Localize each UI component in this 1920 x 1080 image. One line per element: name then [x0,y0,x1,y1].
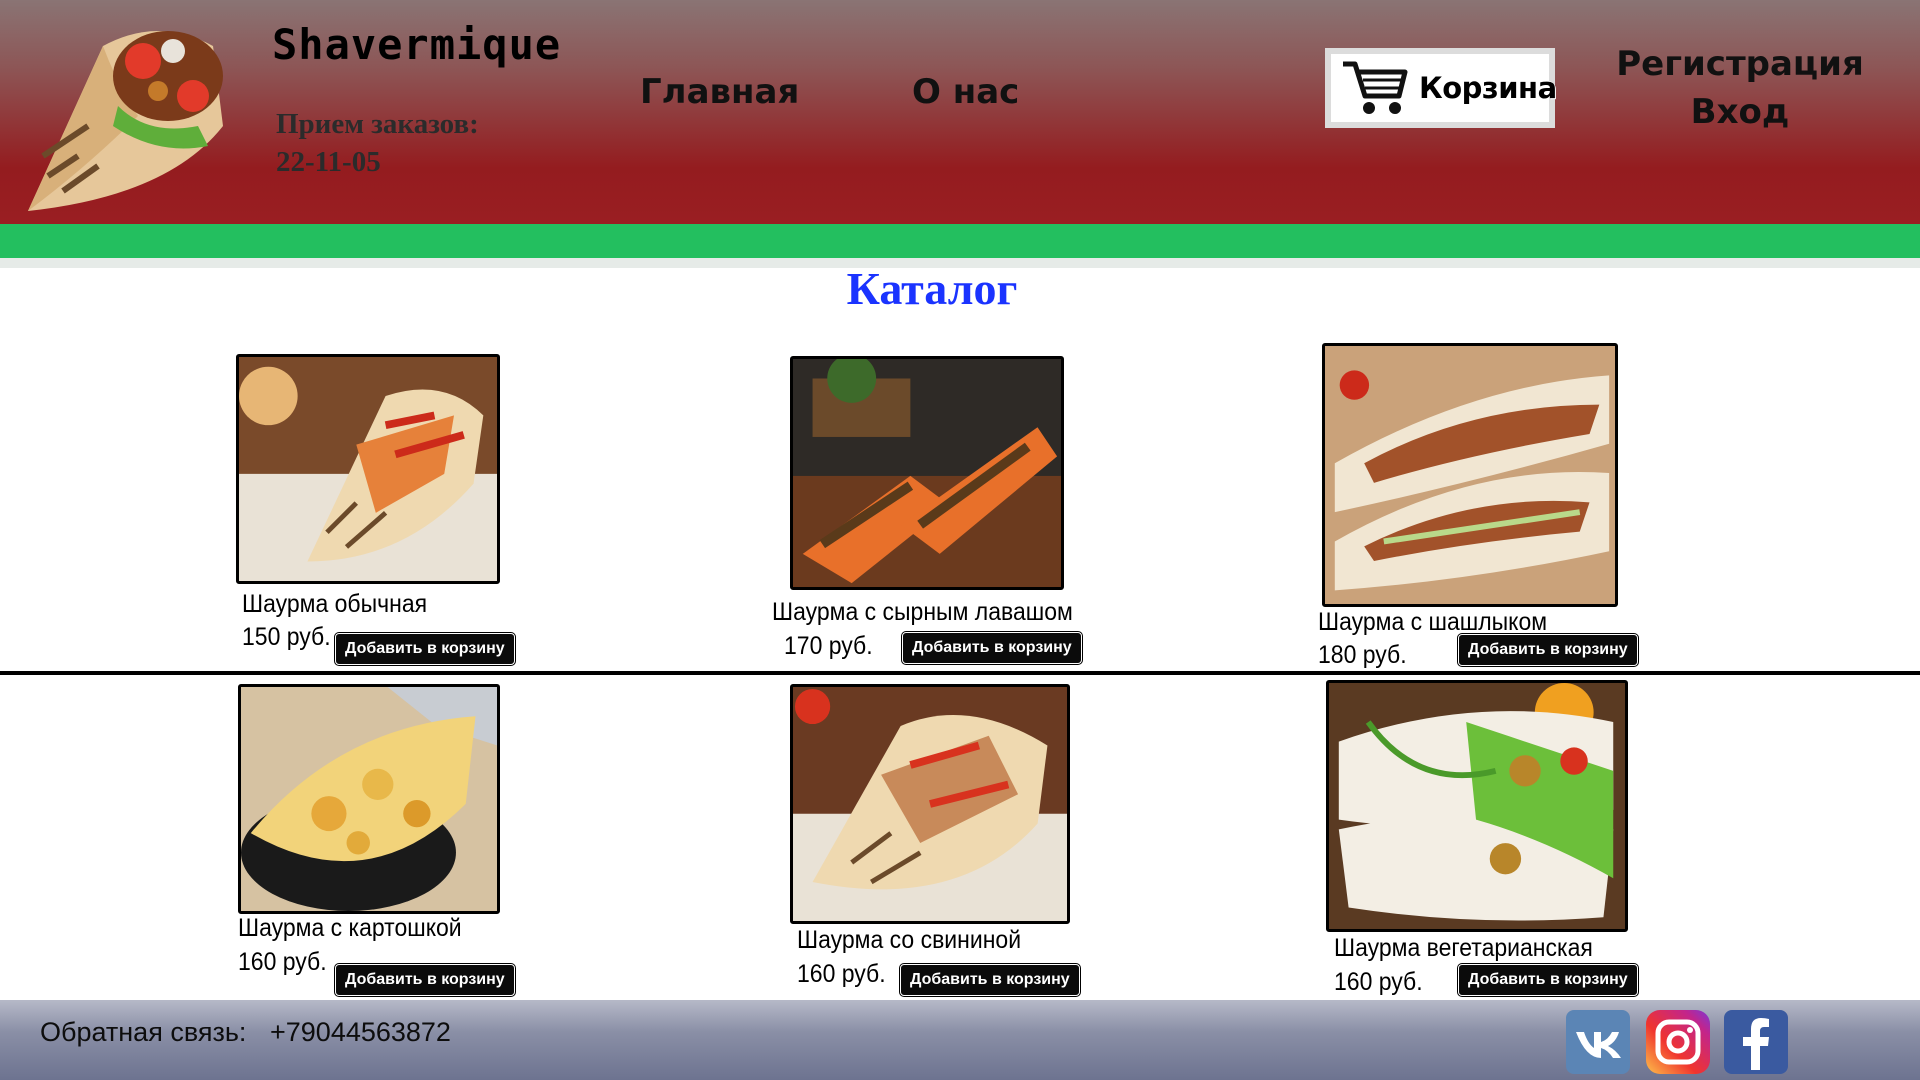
product-image[interactable] [790,684,1070,924]
login-link[interactable]: Вход [1600,88,1880,136]
add-to-cart-button[interactable]: Добавить в корзину [335,633,515,665]
logo-shawarma-image[interactable] [8,6,248,226]
row-divider [0,671,1920,675]
vk-icon[interactable] [1566,1010,1630,1074]
instagram-icon[interactable] [1646,1010,1710,1074]
facebook-icon[interactable] [1724,1010,1788,1074]
nav-link-home[interactable]: Главная [640,72,799,112]
hours-value: 22-11-05 [276,146,381,178]
add-to-cart-button[interactable]: Добавить в корзину [900,964,1080,996]
product-price: 150 руб. [242,623,331,651]
order-hours: Прием заказов: 22-11-05 [276,105,479,181]
cart-label: Корзина [1419,71,1557,105]
feedback-label: Обратная связь: [40,1017,247,1047]
add-to-cart-button[interactable]: Добавить в корзину [335,964,515,996]
product-name: Шаурма обычная [242,590,428,618]
green-stripe [0,224,1920,258]
product-image[interactable] [238,684,500,914]
product-name: Шаурма со свининой [797,926,1022,954]
cart-button[interactable]: Корзина [1325,48,1557,128]
hours-label: Прием заказов: [276,108,479,140]
register-link[interactable]: Регистрация [1600,40,1880,88]
add-to-cart-button[interactable]: Добавить в корзину [1458,964,1638,996]
product-image[interactable] [1322,343,1618,607]
product-price: 160 руб. [238,948,327,976]
product-name: Шаурма вегетарианская [1334,934,1593,962]
product-name: Шаурма с шашлыком [1318,608,1548,636]
auth-links: Регистрация Вход [1600,40,1880,136]
catalog-title: Каталог [846,263,1018,314]
nav-link-about[interactable]: О нас [912,72,1019,112]
cart-icon [1339,56,1409,120]
add-to-cart-button[interactable]: Добавить в корзину [902,632,1082,664]
product-image[interactable] [1326,680,1628,932]
product-price: 170 руб. [784,632,873,660]
product-name: Шаурма с сырным лавашом [772,598,1073,626]
product-image[interactable] [236,354,500,584]
product-price: 160 руб. [1334,968,1423,996]
product-name: Шаурма с картошкой [238,914,462,942]
product-image[interactable] [790,356,1064,590]
brand-name: Shavermique [272,20,562,69]
product-price: 180 руб. [1318,641,1407,669]
feedback-phone[interactable]: +79044563872 [270,1017,451,1048]
product-price: 160 руб. [797,960,886,988]
add-to-cart-button[interactable]: Добавить в корзину [1458,634,1638,666]
